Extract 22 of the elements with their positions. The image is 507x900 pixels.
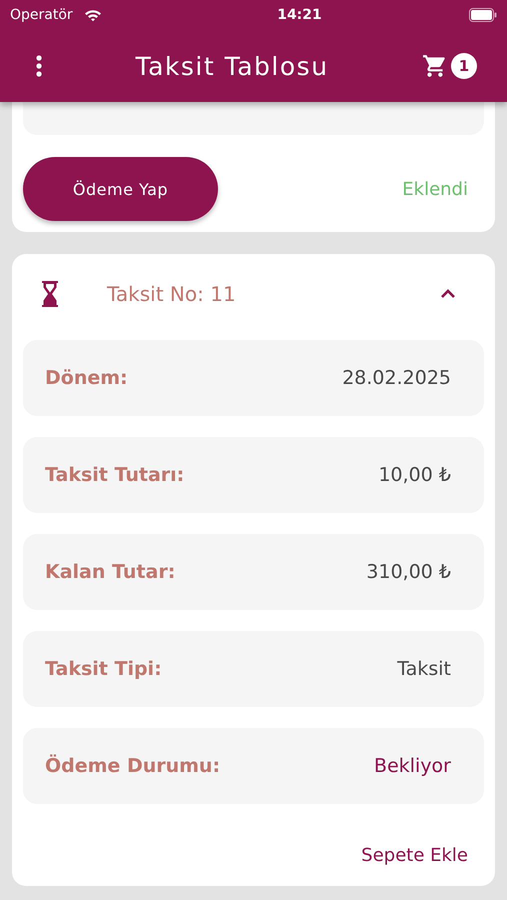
- carrier-name: Operatör: [10, 7, 73, 23]
- installment-title: Taksit No: 11: [107, 282, 237, 306]
- detail-value: 10,00 ₺: [378, 464, 451, 486]
- hourglass-icon: [41, 281, 59, 307]
- detail-value: Bekliyor: [374, 755, 451, 777]
- detail-label: Taksit Tipi:: [45, 658, 162, 680]
- detail-label: Kalan Tutar:: [45, 561, 176, 583]
- battery-icon: [468, 8, 497, 22]
- detail-label: Taksit Tutarı:: [45, 464, 184, 486]
- chevron-icon[interactable]: [440, 289, 456, 299]
- page-title: Taksit Tablosu: [134, 52, 330, 80]
- pay-button[interactable]: Ödeme Yap: [23, 157, 218, 221]
- add-to-cart-link[interactable]: Sepete Ekle: [361, 845, 468, 866]
- detail-label: Ödeme Durumu:: [45, 755, 220, 777]
- menu-icon[interactable]: [35, 55, 43, 77]
- cart-count-badge: 1: [451, 53, 477, 79]
- detail-value: Taksit: [397, 658, 451, 680]
- detail-value: 28.02.2025: [342, 367, 451, 389]
- clock-time: 14:21: [277, 7, 322, 23]
- detail-value: 310,00 ₺: [366, 561, 451, 583]
- cart-status: Eklendi: [402, 178, 468, 200]
- detail-label: Dönem:: [45, 367, 128, 389]
